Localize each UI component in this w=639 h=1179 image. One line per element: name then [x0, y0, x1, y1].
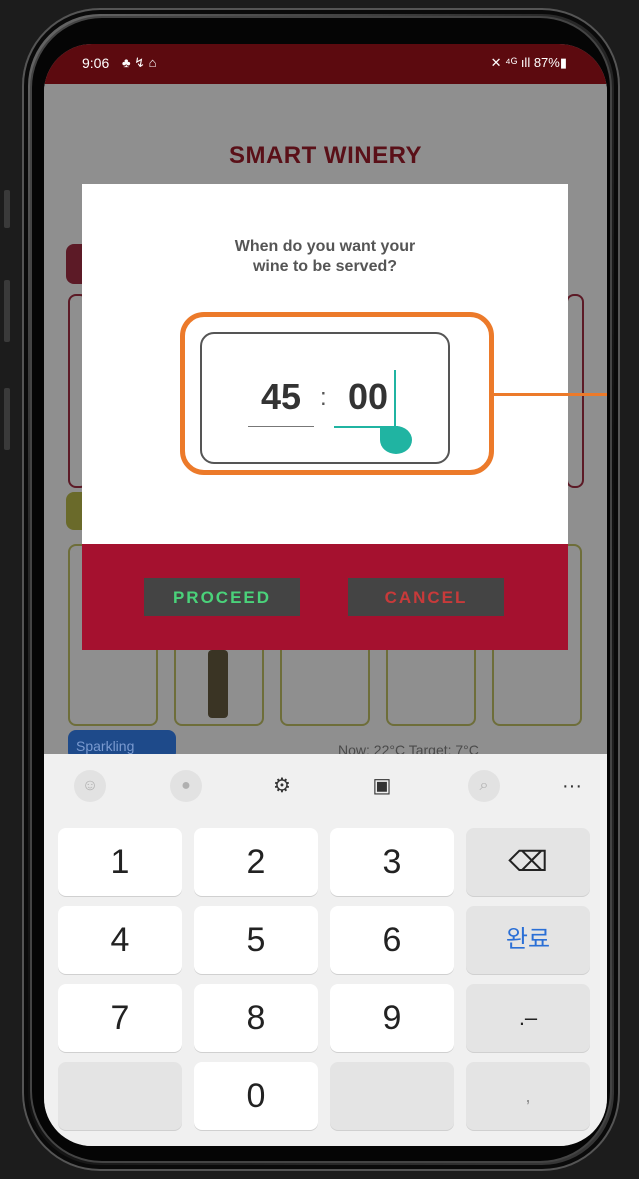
volume-down-button [4, 388, 10, 450]
search-icon[interactable]: ⌕ [468, 770, 500, 802]
app-title: SMART WINERY [228, 142, 423, 169]
more-icon[interactable]: ··· [556, 770, 588, 802]
punctuation-key[interactable]: .– [466, 984, 590, 1052]
minutes-input[interactable]: 00 [338, 376, 398, 418]
wine-bottle-icon [208, 650, 228, 718]
screen: 9:06 ♣ ↯ ⌂ ✕ ⁴ᴳ ıll 87%▮ SMART WINERY Sp… [44, 44, 607, 1146]
key-9[interactable]: 9 [330, 984, 454, 1052]
comma-key[interactable]: , [466, 1062, 590, 1130]
hours-input[interactable]: 45 [248, 376, 314, 418]
emoji-icon[interactable]: ☺ [74, 770, 106, 802]
volume-up-button [4, 280, 10, 342]
side-button [4, 190, 10, 228]
key-2[interactable]: 2 [194, 828, 318, 896]
status-right: ✕ ⁴ᴳ ıll 87%▮ [490, 55, 567, 70]
keyboard-toolbar: ☺ ● ⚙ ▣ ⌕ ··· [44, 754, 607, 818]
notification-icons: ♣ ↯ ⌂ [122, 55, 157, 70]
clipboard-icon[interactable]: ▣ [366, 770, 398, 802]
blank-key [330, 1062, 454, 1130]
status-time: 9:06 [82, 55, 110, 71]
settings-icon[interactable]: ⚙ [266, 770, 298, 802]
blank-key [58, 1062, 182, 1130]
question-line-1: When do you want your [234, 238, 416, 255]
key-5[interactable]: 5 [194, 906, 318, 974]
numeric-keyboard: ☺ ● ⚙ ▣ ⌕ ··· 1 2 3 ⌫ 4 5 6 완료 7 8 9 .– … [44, 754, 607, 1146]
bg-sparkling-label: Sparkling [76, 738, 135, 754]
text-cursor [394, 370, 396, 428]
backspace-key[interactable]: ⌫ [466, 828, 590, 896]
key-8[interactable]: 8 [194, 984, 318, 1052]
bg-rack-red-right [566, 294, 584, 488]
key-0[interactable]: 0 [194, 1062, 318, 1130]
dialog-question: When do you want your wine to be served? [82, 237, 568, 277]
cancel-button[interactable]: CANCEL [348, 578, 504, 616]
key-7[interactable]: 7 [58, 984, 182, 1052]
key-6[interactable]: 6 [330, 906, 454, 974]
cursor-handle[interactable] [380, 426, 412, 454]
key-4[interactable]: 4 [58, 906, 182, 974]
callout-connector [494, 393, 607, 396]
mic-icon[interactable]: ● [170, 770, 202, 802]
status-bar: 9:06 ♣ ↯ ⌂ ✕ ⁴ᴳ ıll 87%▮ [44, 44, 607, 84]
key-1[interactable]: 1 [58, 828, 182, 896]
done-key[interactable]: 완료 [466, 906, 590, 974]
proceed-button[interactable]: PROCEED [144, 578, 300, 616]
question-line-2: wine to be served? [252, 258, 398, 275]
time-separator: : [320, 384, 327, 411]
key-3[interactable]: 3 [330, 828, 454, 896]
hours-underline [248, 426, 314, 427]
